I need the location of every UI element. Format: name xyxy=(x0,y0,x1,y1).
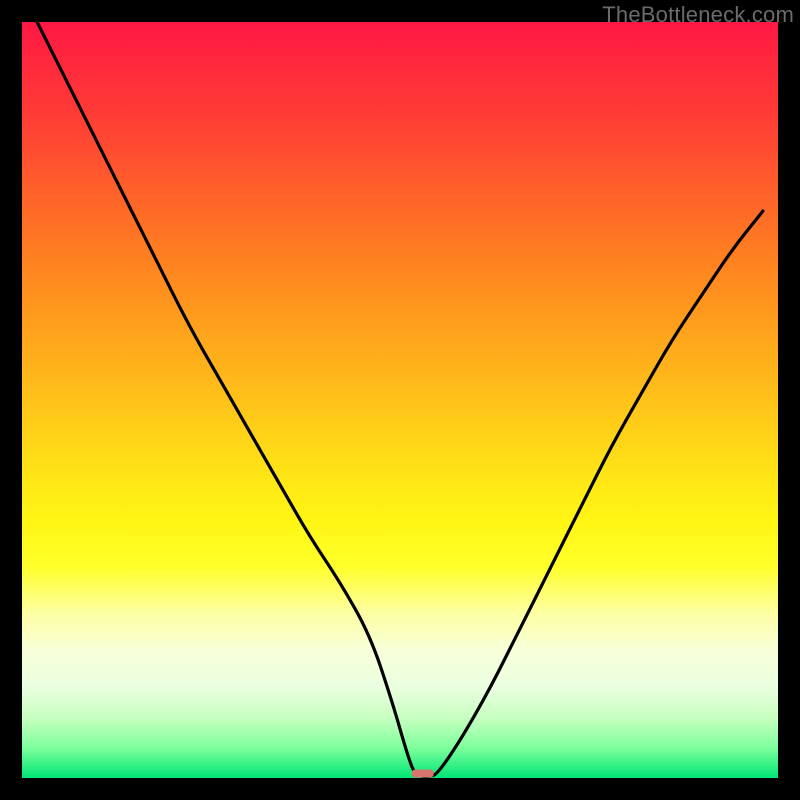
plot-area xyxy=(22,22,778,778)
bottleneck-curve xyxy=(37,22,763,777)
curve-layer xyxy=(22,22,778,778)
min-marker xyxy=(412,770,434,778)
chart-frame: TheBottleneck.com xyxy=(0,0,800,800)
